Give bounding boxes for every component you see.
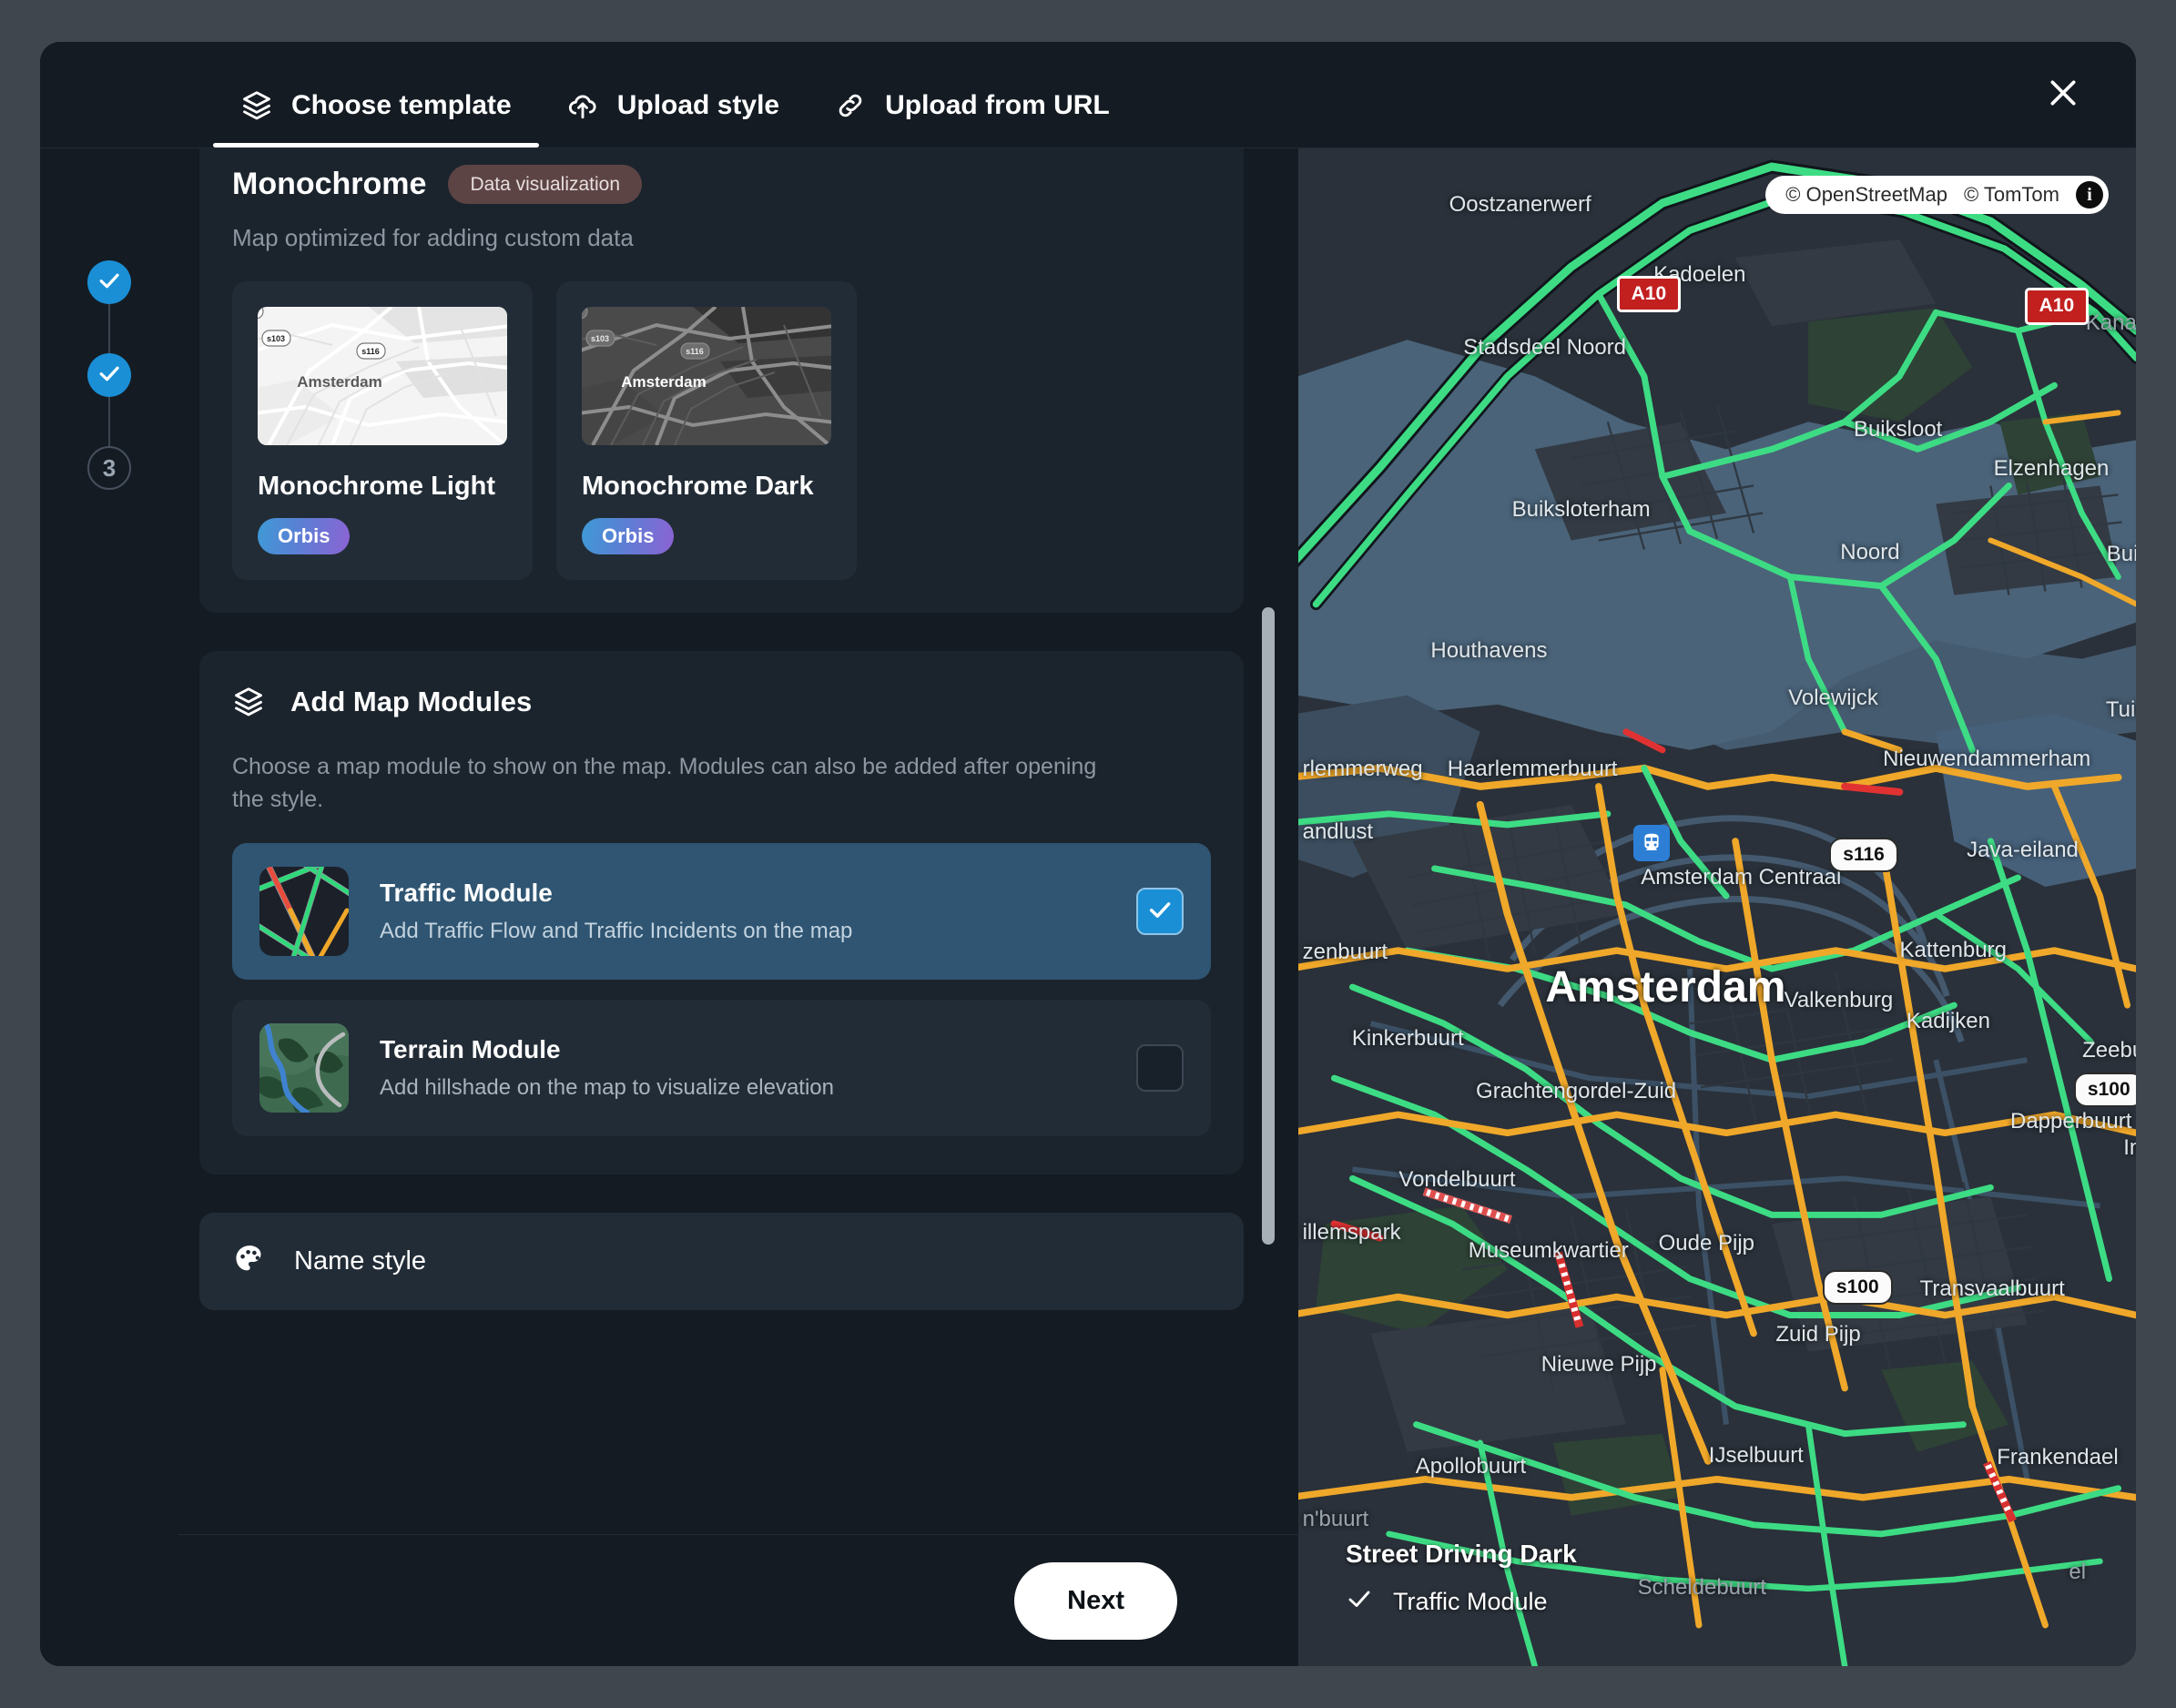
step-2-indicator[interactable] [87,353,131,397]
tab-choose-template-label: Choose template [291,90,512,120]
add-map-modules-title: Add Map Modules [290,686,533,718]
map-canvas [1298,148,2136,1666]
cloud-upload-icon [566,89,599,122]
train-station-icon [1633,825,1670,862]
svg-text:s102: s102 [258,307,259,316]
svg-text:s103: s103 [591,334,609,343]
svg-text:Amsterdam: Amsterdam [621,373,707,391]
left-panel: 3 Monochrome Data visualization Map opti… [40,148,1298,1666]
traffic-thumbnail [259,867,349,957]
template-group-title: Monochrome [232,167,427,201]
next-button[interactable]: Next [1014,1561,1177,1640]
svg-text:s116: s116 [686,347,704,356]
road-shield: s116 [1829,837,1898,873]
module-text-traffic: Traffic Module Add Traffic Flow and Traf… [380,879,1105,944]
template-group-header: Monochrome Data visualization [232,165,1211,204]
check-icon [1145,895,1174,929]
map-style-name: Street Driving Dark [1346,1540,1577,1568]
template-card-list: s102 s103 [232,281,1211,581]
add-map-modules-section: Add Map Modules Choose a map module to s… [199,651,1244,1175]
add-map-modules-header: Add Map Modules [232,686,1211,718]
name-style-row[interactable]: Name style [199,1213,1244,1311]
modal-body: 3 Monochrome Data visualization Map opti… [40,148,2136,1666]
modal-header: Choose template Upload style Upload from… [40,42,2136,148]
check-icon [96,267,123,299]
vertical-scrollbar[interactable] [1262,607,1275,1245]
module-name: Terrain Module [380,1035,561,1064]
palette-icon [232,1242,267,1281]
tab-upload-style[interactable]: Upload style [539,42,807,147]
tab-upload-from-url[interactable]: Upload from URL [807,42,1137,147]
wizard-stepper: 3 [40,148,178,1666]
template-card-name: Monochrome Light [258,472,495,501]
layers-icon [232,686,265,718]
module-description: Add hillshade on the map to visualize el… [380,1075,834,1101]
module-checkbox-traffic[interactable] [1136,888,1184,936]
tab-bar: Choose template Upload style Upload from… [213,42,1137,147]
tab-upload-from-url-label: Upload from URL [885,90,1110,120]
attribution-tomtom[interactable]: © TomTom [1964,183,2059,207]
info-icon[interactable]: i [2076,181,2103,208]
template-thumbnail-dark: s102 s103 [582,307,831,445]
module-list: Traffic Module Add Traffic Flow and Traf… [232,843,1211,1137]
svg-text:s102: s102 [582,307,583,316]
svg-text:Amsterdam: Amsterdam [297,373,382,391]
name-style-label: Name style [294,1246,427,1276]
template-group-monochrome: Monochrome Data visualization Map optimi… [199,148,1244,614]
map-style-overlay: Street Driving Dark Traffic Module [1346,1540,1577,1619]
link-icon [834,89,867,122]
module-row-traffic[interactable]: Traffic Module Add Traffic Flow and Traf… [232,843,1211,981]
template-group-subtitle: Map optimized for adding custom data [232,224,634,251]
step-connector-2 [108,397,110,446]
module-description: Add Traffic Flow and Traffic Incidents o… [380,919,853,944]
check-icon [96,360,123,391]
template-group-badge: Data visualization [448,165,643,204]
motorway-shield: A10 [2024,288,2090,325]
module-row-terrain[interactable]: Terrain Module Add hillshade on the map … [232,1000,1211,1137]
module-name: Traffic Module [380,879,553,908]
step-3-label: 3 [102,453,117,482]
motorway-shield: A10 [1616,276,1682,313]
map-active-module: Traffic Module [1346,1585,1577,1619]
modal-footer: Next [40,1534,1298,1666]
template-card-badge-orbis: Orbis [258,518,351,555]
road-shield: s100 [1822,1269,1893,1306]
wizard-scroll-area[interactable]: Monochrome Data visualization Map optimi… [40,148,1298,1534]
terrain-thumbnail [259,1023,349,1113]
module-checkbox-terrain[interactable] [1136,1044,1184,1093]
map-preview[interactable]: Oostzanerwerf Kadoelen Stadsdeel Noord Kana… [1298,148,2136,1666]
step-connector-1 [108,304,110,353]
template-card-monochrome-light[interactable]: s102 s103 [232,281,533,581]
choose-style-modal: Choose template Upload style Upload from… [40,42,2136,1666]
module-text-terrain: Terrain Module Add hillshade on the map … [380,1035,1105,1101]
template-thumbnail-light: s102 s103 [258,307,507,445]
layers-icon [240,89,273,122]
close-button[interactable] [2038,69,2089,120]
map-active-module-label: Traffic Module [1393,1588,1548,1615]
svg-text:s116: s116 [361,347,380,356]
attribution-osm[interactable]: © OpenStreetMap [1785,183,1947,207]
template-card-badge-orbis: Orbis [582,518,675,555]
svg-text:s103: s103 [267,334,285,343]
road-shield: s100 [2073,1073,2136,1108]
check-icon [1346,1585,1373,1619]
tab-upload-style-label: Upload style [616,90,780,120]
step-3-indicator[interactable]: 3 [87,446,131,490]
tab-choose-template[interactable]: Choose template [213,42,539,147]
step-1-indicator[interactable] [87,260,131,304]
template-card-name: Monochrome Dark [582,472,814,501]
template-card-monochrome-dark[interactable]: s102 s103 [556,281,857,581]
map-attribution[interactable]: © OpenStreetMap © TomTom i [1765,176,2109,214]
wizard-content: Monochrome Data visualization Map optimi… [178,148,1298,1418]
add-map-modules-description: Choose a map module to show on the map. … [232,754,1097,812]
close-icon [2045,75,2081,116]
